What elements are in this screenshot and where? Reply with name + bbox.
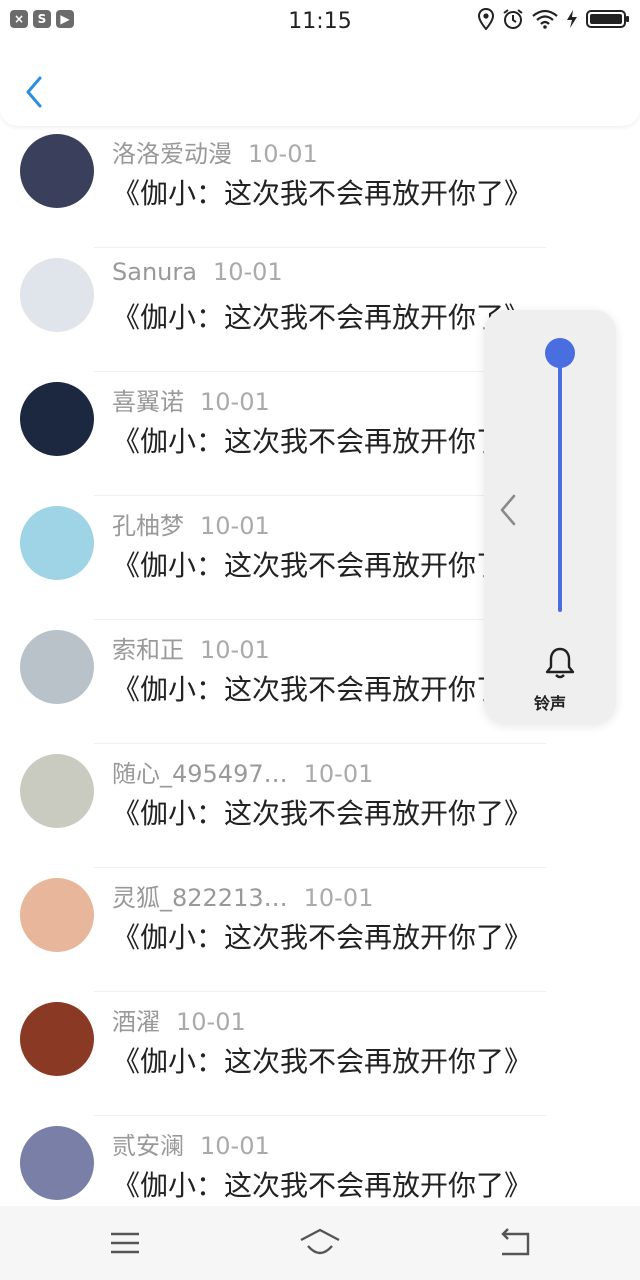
top-header <box>0 44 640 126</box>
comment-row[interactable]: 灵狐_822213… 10-01 《伽小：这次我不会再放开你了》 <box>0 868 640 992</box>
comment-date: 10-01 <box>176 1008 246 1036</box>
comment-meta: 灵狐_822213… 10-01 <box>112 878 373 913</box>
charging-icon <box>567 10 577 28</box>
avatar[interactable] <box>20 878 94 952</box>
avatar[interactable] <box>20 630 94 704</box>
comment-meta: 喜翼诺 10-01 <box>112 382 270 417</box>
chevron-left-icon <box>500 494 516 526</box>
battery-icon <box>586 10 629 28</box>
comment-date: 10-01 <box>200 388 270 416</box>
avatar[interactable] <box>20 754 94 828</box>
comment-row[interactable]: 随心_495497… 10-01 《伽小：这次我不会再放开你了》 <box>0 744 640 868</box>
comment-date: 10-01 <box>303 884 374 912</box>
username[interactable]: Sanura <box>112 258 197 286</box>
comment-meta: 索和正 10-01 <box>112 630 270 665</box>
location-icon <box>478 8 494 30</box>
ringtone-label: 铃声 <box>533 694 566 713</box>
comment-text: 《伽小：这次我不会再放开你了》 <box>112 673 533 706</box>
comment-meta: Sanura 10-01 <box>112 258 283 286</box>
bell-icon <box>545 647 575 679</box>
comment-date: 10-01 <box>200 636 270 664</box>
back-button[interactable] <box>18 72 52 112</box>
username[interactable]: 贰安澜 <box>112 1132 184 1160</box>
username[interactable]: 随心_495497… <box>112 760 288 788</box>
volume-expand-button[interactable] <box>494 492 522 528</box>
comment-meta: 孔柚梦 10-01 <box>112 506 270 541</box>
wifi-icon <box>532 9 558 29</box>
comment-text: 《伽小：这次我不会再放开你了》 <box>112 177 533 210</box>
home-icon <box>300 1228 340 1255</box>
volume-slider-track[interactable] <box>558 350 562 612</box>
username[interactable]: 索和正 <box>112 636 184 664</box>
username[interactable]: 酒濯 <box>112 1008 160 1036</box>
back-icon <box>501 1228 530 1256</box>
username[interactable]: 孔柚梦 <box>112 512 184 540</box>
avatar[interactable] <box>20 1002 94 1076</box>
chevron-left-icon <box>26 76 42 108</box>
comment-meta: 洛洛爱动漫 10-01 <box>112 134 318 169</box>
comment-date: 10-01 <box>200 512 270 540</box>
alarm-icon <box>503 9 523 29</box>
username[interactable]: 喜翼诺 <box>112 388 184 416</box>
menu-icon <box>111 1232 139 1254</box>
comment-date: 10-01 <box>212 258 283 286</box>
comment-meta: 酒濯 10-01 <box>112 1002 246 1037</box>
comment-text: 《伽小：这次我不会再放开你了》 <box>112 425 533 458</box>
volume-slider-knob[interactable] <box>545 338 575 368</box>
back-nav-button[interactable] <box>498 1226 532 1260</box>
status-bar: × S ▶ 11:15 <box>0 0 640 44</box>
avatar[interactable] <box>20 1126 94 1200</box>
comment-row[interactable]: 酒濯 10-01 《伽小：这次我不会再放开你了》 <box>0 992 640 1116</box>
comment-text: 《伽小：这次我不会再放开你了》 <box>112 301 533 334</box>
username[interactable]: 洛洛爱动漫 <box>112 140 232 168</box>
comment-meta: 贰安澜 10-01 <box>112 1126 270 1161</box>
avatar[interactable] <box>20 506 94 580</box>
username[interactable]: 灵狐_822213… <box>112 884 288 912</box>
comment-date: 10-01 <box>200 1132 270 1160</box>
menu-button[interactable] <box>108 1226 142 1260</box>
comment-meta: 随心_495497… 10-01 <box>112 754 373 789</box>
comment-date: 10-01 <box>303 760 374 788</box>
avatar[interactable] <box>20 382 94 456</box>
comment-text: 《伽小：这次我不会再放开你了》 <box>112 549 533 582</box>
home-button[interactable] <box>298 1226 342 1260</box>
comment-date: 10-01 <box>248 140 318 168</box>
comment-row[interactable]: 洛洛爱动漫 10-01 《伽小：这次我不会再放开你了》 <box>0 124 640 248</box>
volume-panel: 铃声 <box>484 310 616 724</box>
comment-text: 《伽小：这次我不会再放开你了》 <box>112 921 533 954</box>
comment-text: 《伽小：这次我不会再放开你了》 <box>112 1169 533 1202</box>
bottom-nav <box>0 1206 640 1280</box>
comment-text: 《伽小：这次我不会再放开你了》 <box>112 797 533 830</box>
comment-text: 《伽小：这次我不会再放开你了》 <box>112 1045 533 1078</box>
avatar[interactable] <box>20 258 94 332</box>
status-indicators <box>478 8 630 30</box>
avatar[interactable] <box>20 134 94 208</box>
